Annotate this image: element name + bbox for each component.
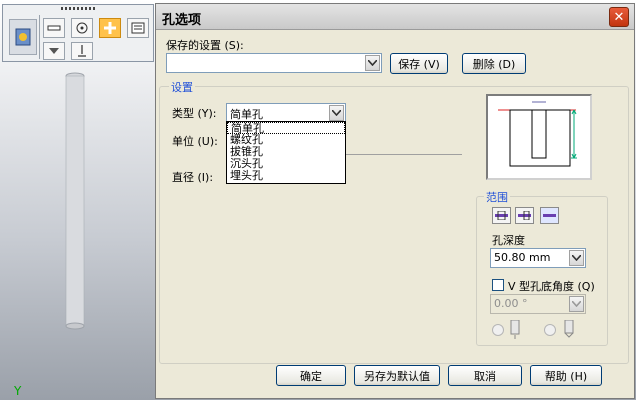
- save-default-button[interactable]: 另存为默认值: [354, 365, 440, 386]
- chevron-down-icon[interactable]: [569, 250, 584, 266]
- toolbar-separator: [39, 15, 40, 59]
- dropdown-arrow-icon[interactable]: [43, 42, 65, 60]
- type-combo[interactable]: 简单孔: [226, 103, 346, 123]
- depth-combo[interactable]: 50.80 mm: [490, 248, 586, 268]
- help-button[interactable]: 帮助 (H): [530, 365, 602, 386]
- flat-bottom-radio[interactable]: [492, 324, 504, 336]
- divider: [342, 154, 462, 155]
- dialog-titlebar[interactable]: 孔选项 ✕: [156, 4, 634, 30]
- diameter-label: 直径 (I):: [172, 171, 214, 184]
- chevron-down-icon[interactable]: [365, 55, 380, 71]
- toolbar-grip[interactable]: [61, 7, 97, 10]
- cylinder-model: [65, 72, 85, 330]
- v-bottom-icon: [562, 319, 576, 343]
- list-item[interactable]: 埋头孔: [227, 170, 345, 182]
- dialog-title: 孔选项: [162, 13, 202, 28]
- axis-y-label: Y: [14, 384, 22, 398]
- flat-bottom-icon: [508, 319, 522, 343]
- part-icon[interactable]: [9, 19, 37, 55]
- finite-depth-icon[interactable]: [540, 207, 559, 224]
- v-angle-checkbox[interactable]: [492, 279, 504, 291]
- ok-button[interactable]: 确定: [276, 365, 346, 386]
- cancel-button[interactable]: 取消: [448, 365, 522, 386]
- settings-group-title: 设置: [169, 79, 195, 95]
- depth-label: 孔深度: [492, 234, 525, 247]
- type-label: 类型 (Y):: [172, 107, 217, 120]
- hole-options-dialog: 孔选项 ✕ 保存的设置 (S): 保存 (V) 删除 (D) 设置 类型 (Y)…: [155, 3, 635, 399]
- unit-label: 单位 (U):: [172, 135, 218, 148]
- v-angle-label: V 型孔底角度 (Q): [508, 280, 595, 293]
- circle-tool-icon[interactable]: [71, 18, 93, 38]
- v-angle-combo[interactable]: 0.00 °: [490, 294, 586, 314]
- v-bottom-radio[interactable]: [544, 324, 556, 336]
- save-button[interactable]: 保存 (V): [390, 53, 448, 74]
- line-tool-icon[interactable]: [43, 18, 65, 38]
- hole-preview-image: [486, 94, 592, 180]
- from-to-icon[interactable]: [515, 207, 534, 224]
- chevron-down-icon[interactable]: [329, 105, 344, 121]
- hole-tool-icon[interactable]: [99, 18, 121, 38]
- extent-group-title: 范围: [484, 189, 510, 205]
- close-icon[interactable]: ✕: [609, 7, 629, 27]
- through-all-icon[interactable]: [492, 207, 511, 224]
- chevron-down-icon[interactable]: [569, 296, 584, 312]
- saved-settings-combo[interactable]: [166, 53, 382, 73]
- list-tool-icon[interactable]: [127, 18, 149, 38]
- type-dropdown-list[interactable]: 简单孔 螺纹孔 拔锥孔 沉头孔 埋头孔: [226, 121, 346, 184]
- hole-toolbar: [2, 4, 154, 62]
- saved-settings-label: 保存的设置 (S):: [166, 39, 244, 52]
- pin-tool-icon[interactable]: [71, 42, 93, 60]
- delete-button[interactable]: 删除 (D): [462, 53, 526, 74]
